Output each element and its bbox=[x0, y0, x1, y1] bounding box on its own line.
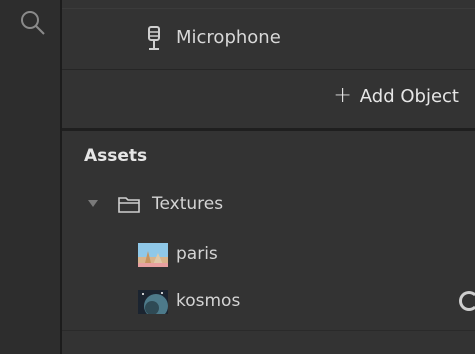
plus-icon: + bbox=[333, 83, 352, 108]
folder-label: Textures bbox=[152, 194, 224, 214]
microphone-icon bbox=[145, 26, 163, 52]
image-thumbnail-icon bbox=[138, 243, 168, 267]
assets-heading: Assets bbox=[84, 146, 148, 166]
bottom-divider bbox=[62, 330, 475, 331]
image-thumbnail-icon bbox=[138, 290, 168, 314]
main-panel: Microphone + Add Object Assets Textures bbox=[62, 0, 475, 354]
asset-label: paris bbox=[176, 244, 218, 264]
microphone-label: Microphone bbox=[176, 27, 281, 48]
section-divider bbox=[62, 128, 475, 131]
folder-row-textures[interactable]: Textures bbox=[62, 186, 475, 226]
add-object-button[interactable]: + Add Object bbox=[333, 85, 459, 107]
caret-down-icon[interactable] bbox=[88, 200, 98, 207]
folder-icon bbox=[118, 195, 140, 213]
add-object-label: Add Object bbox=[359, 85, 459, 107]
asset-label: kosmos bbox=[176, 291, 241, 311]
microphone-row[interactable]: Microphone bbox=[62, 8, 475, 70]
add-object-row: + Add Object bbox=[62, 70, 475, 129]
loading-spinner-icon bbox=[459, 291, 475, 311]
asset-item-kosmos[interactable]: kosmos bbox=[62, 283, 475, 323]
asset-item-paris[interactable]: paris bbox=[62, 236, 475, 276]
left-toolbar bbox=[0, 0, 62, 354]
search-icon[interactable] bbox=[20, 10, 46, 36]
